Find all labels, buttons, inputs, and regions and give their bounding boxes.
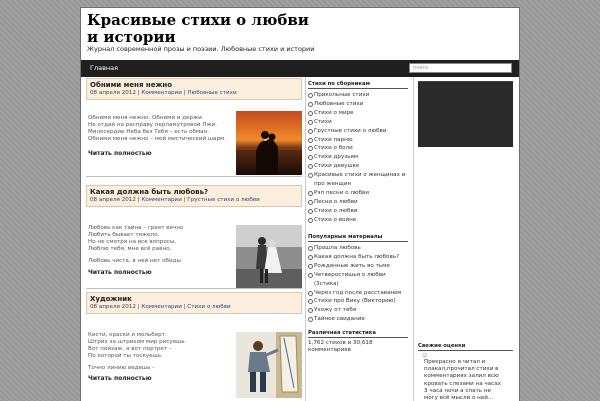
- sidebar-heading: Популярные материалы: [308, 234, 408, 242]
- right-column: [418, 81, 513, 147]
- post-excerpt: Кисти, краски и мольберт. Штрих за штрих…: [88, 332, 187, 371]
- post-meta: 08 апреля 2012 | Комментарии | Любовные …: [90, 90, 237, 96]
- post-header: Какая должна быть любовь? 08 апреля 2012…: [86, 185, 302, 207]
- category-link[interactable]: Стихи о любви: [187, 304, 230, 310]
- post-meta: 08 апреля 2012 | Комментарии | Грустные …: [90, 197, 260, 203]
- nav-home-link[interactable]: Главная: [90, 64, 118, 72]
- sidebar-item[interactable]: Стихи о любви: [308, 207, 408, 216]
- read-more-link[interactable]: Читать полностью: [88, 150, 152, 157]
- read-more-link[interactable]: Читать полностью: [88, 375, 152, 382]
- sidebar-popular: Популярные материалы Прошла любовь Какая…: [308, 234, 408, 324]
- sidebar-item[interactable]: Стихи о боли: [308, 144, 408, 153]
- post-header: Художник 08 апреля 2012 | Комментарии | …: [86, 292, 302, 314]
- comments-link[interactable]: Комментарии: [141, 197, 181, 203]
- sidebar-item[interactable]: Стихи про Вику (Викторию): [308, 297, 408, 306]
- comments-link[interactable]: Комментарии: [141, 90, 181, 96]
- sidebar-heading: Свежие оценки: [418, 343, 513, 351]
- sidebar-item[interactable]: Прошла любовь: [308, 244, 408, 253]
- post-title[interactable]: Какая должна быть любовь?: [90, 188, 208, 196]
- post-date: 08 апреля 2012: [90, 304, 136, 310]
- post: Обними меня нежно 08 апреля 2012 | Комме…: [86, 78, 302, 175]
- post-title[interactable]: Художник: [90, 295, 132, 303]
- sidebar-item[interactable]: Стихи девушке: [308, 162, 408, 171]
- sidebar-item[interactable]: Рэп песни о любви: [308, 189, 408, 198]
- sidebar-collections: Стихи по сборникам Прикольные стихи Любо…: [308, 81, 408, 225]
- sidebar-item[interactable]: Четверостишья о любви (3стика): [308, 271, 408, 289]
- stats-text: 1,762 стихов и 30,618 комментариев: [308, 340, 373, 353]
- sidebar-item[interactable]: Ухожу от тебя: [308, 306, 408, 315]
- sidebar-item[interactable]: Красивые стихи о женщинах и про женщин: [308, 171, 408, 189]
- sidebar-item[interactable]: Через год после расставания: [308, 289, 408, 298]
- post: Какая должна быть любовь? 08 апреля 2012…: [86, 185, 302, 289]
- sidebar-item[interactable]: Какая должна быть любовь?: [308, 253, 408, 262]
- post-meta: 08 апреля 2012 | Комментарии | Стихи о л…: [90, 304, 231, 310]
- post-divider: [86, 288, 302, 289]
- post-image[interactable]: [236, 332, 302, 398]
- category-link[interactable]: Грустные стихи о любви: [187, 197, 259, 203]
- sidebar-item[interactable]: Грустные стихи о любви: [308, 127, 408, 136]
- sidebar-item[interactable]: Стихи о мире: [308, 109, 408, 118]
- post-title[interactable]: Обними меня нежно: [90, 81, 172, 89]
- post-header: Обними меня нежно 08 апреля 2012 | Комме…: [86, 78, 302, 100]
- post-date: 08 апреля 2012: [90, 197, 136, 203]
- site-title[interactable]: Красивые стихи о любви и истории: [87, 12, 317, 46]
- search-input[interactable]: поиск: [409, 63, 512, 73]
- column-divider: [413, 77, 414, 401]
- post-excerpt: Обними меня нежно. Обними и держи. Не от…: [88, 115, 227, 142]
- sidebar-item[interactable]: Рожденные жить во тьме: [308, 262, 408, 271]
- sidebar-item[interactable]: Стихи о войне: [308, 216, 408, 225]
- sidebar-item[interactable]: Стихи парню: [308, 136, 408, 145]
- sidebar-heading: Различная статистика: [308, 330, 408, 338]
- read-more-link[interactable]: Читать полностью: [88, 269, 152, 276]
- post-excerpt: Любовь как тайна – греет вечно Любить бы…: [88, 225, 184, 264]
- right-dark-block: [418, 81, 513, 147]
- category-link[interactable]: Любовные стихи: [187, 90, 236, 96]
- sidebar-item[interactable]: Стихи: [308, 118, 408, 127]
- post-image[interactable]: [236, 225, 302, 289]
- comments-link[interactable]: Комментарии: [141, 304, 181, 310]
- sidebar-item[interactable]: Стихи друзьям: [308, 153, 408, 162]
- site-description: Журнал современной прозы и поэзии. Любов…: [87, 45, 315, 53]
- sidebar-item[interactable]: Прикольные стихи: [308, 91, 408, 100]
- recent-reviews: Свежие оценки ☺ Прекрасно я читал и плак…: [418, 343, 513, 401]
- post-image[interactable]: [236, 111, 302, 175]
- sidebar-stats: Различная статистика 1,762 стихов и 30,6…: [308, 330, 408, 354]
- navbar: Главная поиск: [81, 60, 519, 77]
- post: Художник 08 апреля 2012 | Комментарии | …: [86, 292, 302, 398]
- sidebar-item[interactable]: Любовные стихи: [308, 100, 408, 109]
- review-comment[interactable]: Прекрасно я читал и плакал,прочитал стих…: [418, 359, 506, 401]
- sidebar-item[interactable]: Тайное свидание: [308, 315, 408, 324]
- sidebar-heading: Стихи по сборникам: [308, 81, 408, 89]
- post-date: 08 апреля 2012: [90, 90, 136, 96]
- post-divider: [86, 176, 302, 177]
- column-divider: [305, 77, 306, 401]
- sidebar-item[interactable]: Песни о любви: [308, 198, 408, 207]
- page-container: Красивые стихи о любви и истории Журнал …: [80, 7, 520, 401]
